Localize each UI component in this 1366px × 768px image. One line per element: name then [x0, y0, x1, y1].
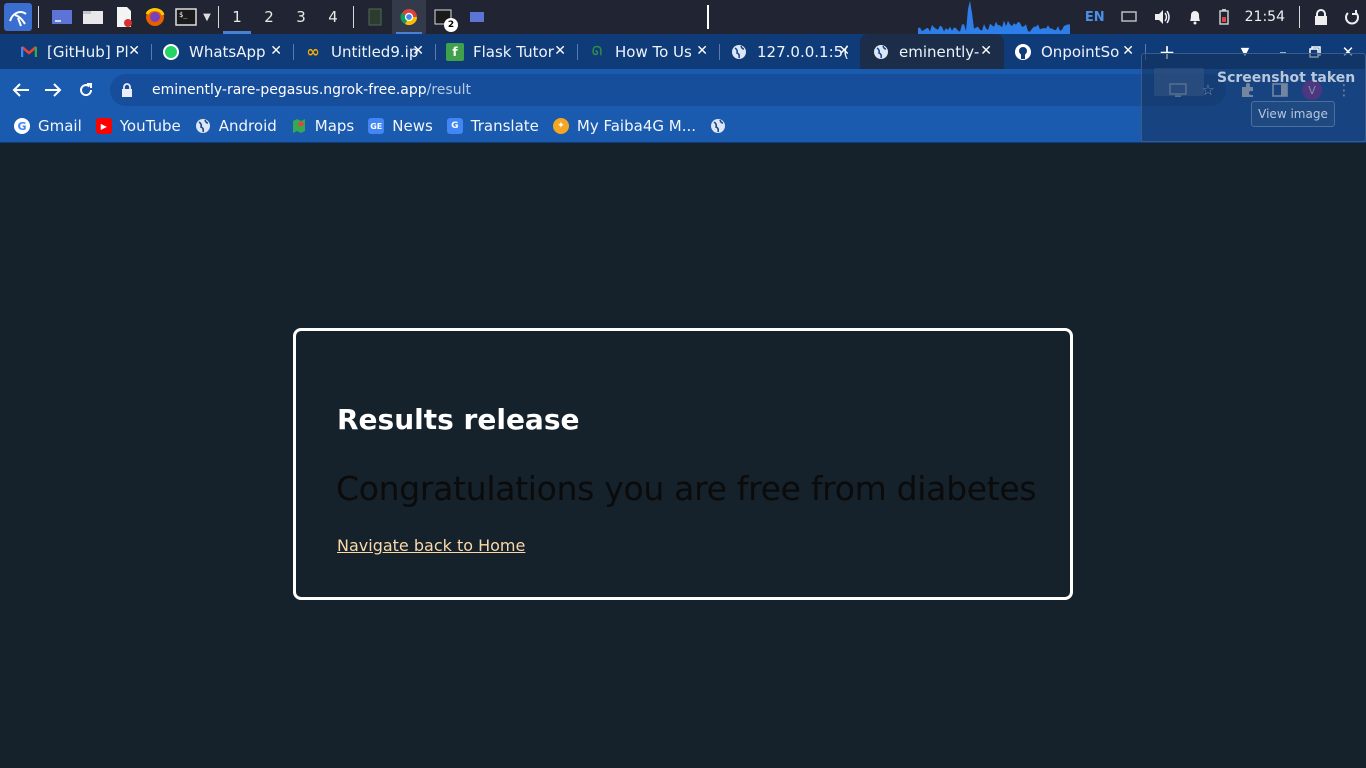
keyboard-layout[interactable]: EN: [1085, 0, 1105, 34]
close-icon[interactable]: ✕: [270, 43, 282, 59]
close-icon[interactable]: ✕: [1122, 43, 1134, 59]
address-bar[interactable]: eminently-rare-pegasus.ngrok-free.app/re…: [110, 74, 1226, 106]
gmail-icon: [20, 43, 38, 61]
tab-github-onpoint[interactable]: OnpointSo ✕: [1002, 34, 1146, 69]
view-image-button[interactable]: View image: [1251, 101, 1335, 127]
screenshot-thumbnail: [1154, 68, 1204, 96]
youtube-icon: ▶: [95, 118, 112, 134]
workspace-3[interactable]: 3: [285, 0, 317, 34]
bookmark-globe[interactable]: [710, 118, 734, 134]
bookmark-translate[interactable]: G Translate: [446, 117, 539, 135]
globe-icon: [195, 118, 211, 134]
tab-eminently-active[interactable]: eminently- ✕: [860, 34, 1004, 69]
reload-icon[interactable]: [73, 77, 99, 103]
workspace-1[interactable]: 1: [221, 0, 253, 34]
power-icon[interactable]: [1344, 0, 1360, 34]
url-host: eminently-rare-pegasus.ngrok-free.app: [152, 82, 427, 98]
page-title: Results release: [337, 403, 580, 436]
notifications-bell-icon[interactable]: [1187, 0, 1203, 34]
home-link[interactable]: Navigate back to Home: [337, 536, 525, 555]
whatsapp-icon: [162, 43, 180, 61]
close-icon[interactable]: ✕: [838, 43, 850, 59]
kali-menu-icon[interactable]: [4, 3, 32, 31]
os-taskbar: $_ ▼ 1 2 3 4 2 EN 21:54: [0, 0, 1366, 34]
workspace-4[interactable]: 4: [317, 0, 349, 34]
battery-icon[interactable]: [1218, 0, 1229, 34]
clock[interactable]: 21:54: [1245, 0, 1285, 34]
colab-icon: ∞: [306, 42, 320, 61]
forward-arrow-icon[interactable]: [40, 77, 66, 103]
bookmark-youtube[interactable]: ▶ YouTube: [95, 117, 181, 135]
cpu-usage-graph: [918, 0, 1070, 34]
bookmark-label: YouTube: [119, 117, 181, 135]
bookmark-label: Maps: [314, 117, 355, 135]
text-cursor: [707, 5, 709, 29]
result-message: Congratulations you are free from diabet…: [336, 469, 1037, 508]
url-path: /result: [426, 82, 471, 98]
globe-icon: [872, 43, 890, 61]
bookmark-gmail[interactable]: G Gmail: [14, 117, 82, 135]
bookmark-label: Translate: [470, 117, 539, 135]
bookmark-label: My Faiba4G M...: [576, 117, 696, 135]
bookmark-label: Gmail: [38, 117, 82, 135]
github-icon: [1014, 43, 1032, 61]
bookmark-news[interactable]: GE News: [368, 117, 433, 135]
close-icon[interactable]: ✕: [554, 43, 566, 59]
translate-icon: G: [446, 118, 463, 134]
svg-text:$_: $_: [179, 11, 188, 19]
notification-title: Screenshot taken: [1217, 70, 1356, 86]
close-icon[interactable]: ✕: [128, 43, 140, 59]
file-manager-icon[interactable]: [79, 3, 107, 31]
taskbar-separator: [1299, 6, 1300, 28]
bookmark-label: News: [392, 117, 433, 135]
flask-tutorial-icon: f: [446, 42, 464, 61]
globe-icon: [730, 43, 748, 61]
news-icon: GE: [368, 118, 385, 134]
maps-icon: [291, 118, 307, 134]
bookmark-faiba[interactable]: ✦ My Faiba4G M...: [552, 117, 696, 135]
result-card: Results release Congratulations you are …: [293, 328, 1073, 600]
taskbar-window-terminal[interactable]: 2: [426, 0, 460, 34]
taskbar-window-desktop[interactable]: [460, 0, 494, 34]
text-editor-icon[interactable]: [110, 3, 138, 31]
faiba-icon: ✦: [552, 118, 569, 134]
tab-github-gmail[interactable]: [GitHub] Pl ✕: [8, 34, 152, 69]
taskbar-separator: [353, 6, 354, 28]
close-icon[interactable]: ✕: [412, 43, 424, 59]
tab-colab-notebook[interactable]: ∞ Untitled9.ip ✕: [292, 34, 436, 69]
bookmark-label: Android: [218, 117, 277, 135]
lock-screen-icon[interactable]: [1314, 0, 1328, 34]
volume-icon[interactable]: [1153, 0, 1171, 34]
taskbar-window-chrome[interactable]: [392, 0, 426, 34]
close-icon[interactable]: ✕: [696, 43, 708, 59]
globe-icon: [710, 118, 726, 134]
bookmark-maps[interactable]: Maps: [291, 117, 354, 135]
taskbar-separator: [218, 6, 219, 28]
desktop-icon[interactable]: [48, 3, 76, 31]
lock-icon[interactable]: [121, 83, 133, 97]
screenshot-notification[interactable]: Screenshot taken View image: [1141, 53, 1366, 142]
terminal-count-badge: 2: [444, 18, 458, 32]
tab-geeksforgeeks[interactable]: ᘏ How To Us ✕: [576, 34, 720, 69]
taskbar-separator: [38, 6, 39, 28]
bookmark-android[interactable]: Android: [195, 117, 277, 135]
taskbar-window-spreadsheet[interactable]: [358, 0, 392, 34]
back-arrow-icon[interactable]: [8, 77, 34, 103]
workspace-2[interactable]: 2: [253, 0, 285, 34]
terminal-icon[interactable]: $_: [172, 3, 200, 31]
tab-whatsapp[interactable]: WhatsApp ✕: [150, 34, 294, 69]
chevron-down-icon[interactable]: ▼: [200, 3, 214, 31]
firefox-icon[interactable]: [141, 3, 169, 31]
tab-flask-tutorial[interactable]: f Flask Tutor ✕: [434, 34, 578, 69]
geeksforgeeks-icon: ᘏ: [592, 44, 602, 58]
close-icon[interactable]: ✕: [980, 43, 992, 59]
tab-localhost[interactable]: 127.0.0.1:5( ✕: [718, 34, 862, 69]
google-icon: G: [14, 118, 30, 134]
display-icon[interactable]: [1120, 0, 1137, 34]
